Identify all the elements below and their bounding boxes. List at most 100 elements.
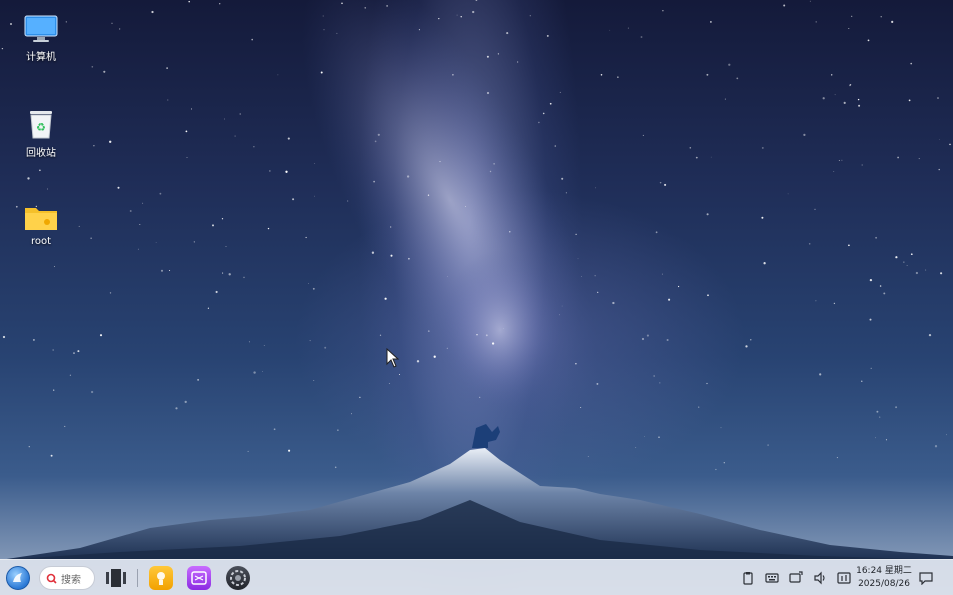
star — [819, 373, 822, 376]
screen-cast-icon[interactable] — [789, 571, 803, 585]
search-box[interactable]: 搜索 — [39, 566, 95, 590]
star — [678, 285, 680, 288]
star — [938, 168, 940, 171]
star — [724, 98, 726, 100]
star — [103, 70, 106, 73]
taskbar-divider — [137, 569, 138, 587]
star — [151, 10, 154, 14]
desktop-icon-trash[interactable]: ♻ 回收站 — [9, 108, 73, 159]
star — [322, 15, 324, 17]
star — [659, 382, 661, 384]
star — [883, 292, 886, 295]
star — [263, 345, 265, 346]
clock-time: 16:24 星期二 — [856, 566, 912, 576]
star — [334, 466, 337, 469]
star — [111, 22, 113, 24]
star — [486, 91, 490, 95]
star — [77, 350, 80, 353]
star — [493, 163, 495, 165]
keyboard-icon[interactable] — [765, 571, 779, 585]
purple-app-button[interactable] — [187, 566, 211, 590]
star — [406, 175, 410, 178]
star — [211, 224, 215, 227]
star — [184, 400, 187, 404]
star — [364, 7, 366, 9]
star — [659, 181, 662, 184]
star — [222, 272, 224, 274]
star — [129, 210, 132, 212]
clipboard-icon[interactable] — [741, 571, 755, 585]
multitask-view-button[interactable] — [106, 569, 126, 587]
star — [833, 171, 835, 172]
star — [903, 261, 905, 263]
star — [50, 454, 53, 457]
star — [314, 163, 316, 164]
star — [875, 437, 877, 439]
star — [39, 169, 41, 172]
star — [833, 302, 836, 305]
star — [597, 291, 599, 294]
star — [379, 334, 382, 336]
launcher-button[interactable] — [6, 566, 30, 590]
star — [830, 74, 833, 76]
star — [47, 188, 48, 190]
star — [119, 28, 121, 30]
taskbar: 搜索 16:24 星期二 2025/08/26 — [0, 559, 953, 595]
star — [337, 429, 339, 431]
star — [341, 2, 343, 5]
mountain-range — [0, 448, 953, 560]
star — [809, 0, 811, 2]
computer-icon — [24, 15, 58, 42]
star — [243, 276, 245, 279]
desktop-icon-computer[interactable]: 计算机 — [9, 14, 73, 63]
star — [109, 140, 112, 143]
star — [695, 156, 698, 159]
star — [949, 143, 951, 146]
star — [843, 101, 846, 104]
star — [895, 406, 898, 409]
monitor-icon[interactable] — [837, 571, 851, 585]
star — [185, 130, 188, 133]
star — [880, 16, 882, 18]
notification-icon[interactable] — [919, 571, 933, 585]
foreground-ridge — [0, 500, 953, 560]
star — [32, 338, 35, 341]
star — [390, 226, 392, 228]
yellow-app-button[interactable] — [149, 566, 173, 590]
star — [808, 243, 811, 245]
svg-text:♻: ♻ — [36, 121, 46, 134]
star — [497, 53, 500, 55]
star — [438, 17, 440, 20]
star — [517, 61, 519, 63]
star — [99, 334, 103, 337]
star — [609, 29, 611, 31]
star — [160, 269, 164, 272]
star — [93, 145, 95, 147]
star — [891, 20, 894, 24]
star — [869, 318, 872, 321]
star — [668, 298, 671, 301]
desktop-icon-root-folder[interactable]: root — [9, 204, 73, 247]
star — [787, 193, 789, 195]
star — [655, 231, 658, 234]
yellow-app-icon — [157, 572, 165, 585]
volume-icon[interactable] — [813, 571, 827, 585]
star — [857, 98, 860, 101]
star — [228, 273, 231, 276]
star — [549, 102, 552, 105]
star — [815, 300, 817, 302]
star — [715, 468, 717, 471]
desktop-icon-label: 计算机 — [26, 52, 56, 63]
star — [253, 146, 255, 148]
star — [446, 347, 448, 349]
star — [851, 15, 853, 17]
star — [433, 355, 436, 358]
settings-app-button[interactable] — [226, 566, 250, 590]
star — [658, 436, 660, 438]
clock[interactable]: 16:24 星期二 2025/08/26 — [853, 565, 915, 591]
star — [761, 146, 764, 149]
star — [814, 208, 816, 211]
star — [207, 307, 210, 309]
star — [234, 135, 236, 137]
star — [169, 270, 171, 271]
